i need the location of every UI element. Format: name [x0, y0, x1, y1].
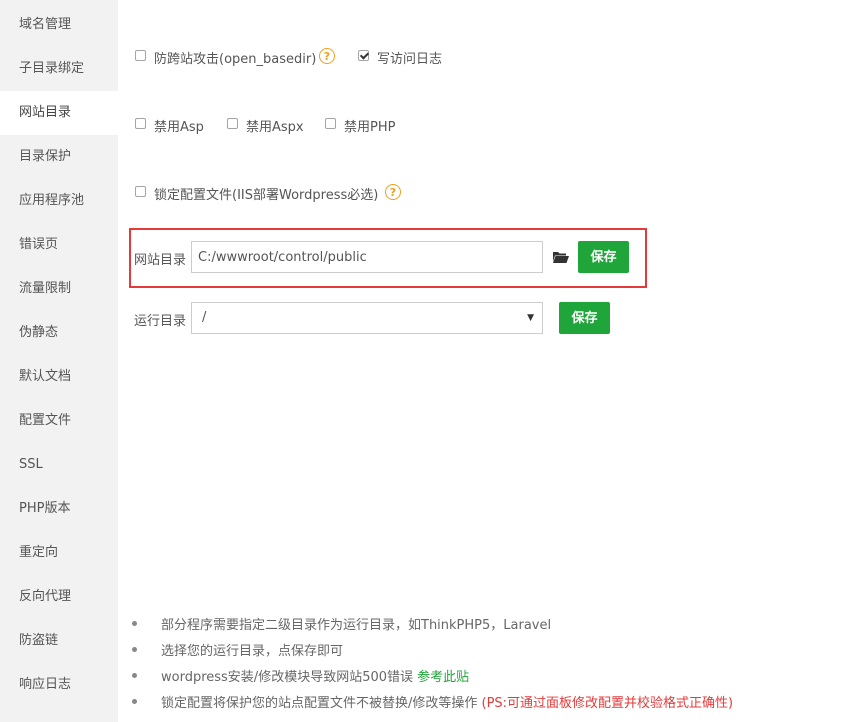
- tip-text: 部分程序需要指定二级目录作为运行目录，如ThinkPHP5，Laravel: [161, 618, 552, 633]
- bullet-icon: [132, 621, 137, 626]
- sidebar-item-php-version[interactable]: PHP版本: [0, 487, 118, 531]
- sidebar-item-site-directory[interactable]: 网站目录: [0, 91, 118, 135]
- tip-text: 选择您的运行目录，点保存即可: [161, 644, 344, 659]
- access-log-label: 写访问日志: [377, 52, 443, 67]
- tip-warning-text: (PS:可通过面板修改配置并校验格式正确性): [481, 696, 734, 711]
- bullet-icon: [132, 647, 137, 652]
- sidebar-item-error-page[interactable]: 错误页: [0, 223, 118, 267]
- sidebar: 域名管理 子目录绑定 网站目录 目录保护 应用程序池 错误页 流量限制 伪静态 …: [0, 0, 118, 722]
- lock-config-label: 锁定配置文件(IIS部署Wordpress必选): [154, 188, 379, 203]
- anti-xss-checkbox[interactable]: [135, 50, 146, 61]
- sidebar-item-reverse-proxy[interactable]: 反向代理: [0, 575, 118, 619]
- folder-open-icon[interactable]: [552, 250, 570, 268]
- sidebar-item-domain[interactable]: 域名管理: [0, 3, 118, 47]
- run-directory-selected-value: /: [202, 310, 207, 325]
- sidebar-item-response-log[interactable]: 响应日志: [0, 663, 118, 707]
- sidebar-item-ssl[interactable]: SSL: [0, 443, 118, 487]
- sidebar-item-traffic-limit[interactable]: 流量限制: [0, 267, 118, 311]
- bullet-icon: [132, 673, 137, 678]
- reference-link[interactable]: 参考此贴: [417, 670, 469, 685]
- sidebar-item-rewrite[interactable]: 伪静态: [0, 311, 118, 355]
- run-directory-save-button[interactable]: 保存: [559, 302, 610, 334]
- bullet-icon: [132, 699, 137, 704]
- run-directory-label: 运行目录: [134, 314, 187, 329]
- disable-php-checkbox[interactable]: [325, 118, 336, 129]
- tip-text: 锁定配置将保护您的站点配置文件不被替换/修改等操作 (PS:可通过面板修改配置并…: [161, 692, 733, 711]
- chevron-down-icon: ▼: [527, 313, 534, 323]
- sidebar-item-config-file[interactable]: 配置文件: [0, 399, 118, 443]
- tip-text-part: 锁定配置将保护您的站点配置文件不被替换/修改等操作: [161, 696, 482, 711]
- sidebar-item-dir-protection[interactable]: 目录保护: [0, 135, 118, 179]
- access-log-checkbox[interactable]: [358, 50, 369, 61]
- site-directory-save-button[interactable]: 保存: [578, 241, 629, 273]
- run-directory-select[interactable]: / ▼: [191, 302, 543, 334]
- lock-config-help-icon[interactable]: ?: [385, 184, 401, 200]
- disable-aspx-checkbox[interactable]: [227, 118, 238, 129]
- sidebar-item-default-doc[interactable]: 默认文档: [0, 355, 118, 399]
- disable-asp-label: 禁用Asp: [154, 120, 204, 135]
- site-directory-label: 网站目录: [134, 253, 187, 268]
- sidebar-item-subdir-binding[interactable]: 子目录绑定: [0, 47, 118, 91]
- site-directory-input[interactable]: [191, 241, 543, 273]
- sidebar-item-redirect[interactable]: 重定向: [0, 531, 118, 575]
- tip-text-part: wordpress安装/修改模块导致网站500错误: [161, 670, 418, 685]
- sidebar-item-app-pool[interactable]: 应用程序池: [0, 179, 118, 223]
- tip-text: wordpress安装/修改模块导致网站500错误 参考此贴: [161, 666, 469, 685]
- disable-asp-checkbox[interactable]: [135, 118, 146, 129]
- disable-php-label: 禁用PHP: [344, 120, 396, 135]
- anti-xss-label: 防跨站攻击(open_basedir): [154, 52, 317, 67]
- disable-aspx-label: 禁用Aspx: [246, 120, 304, 135]
- sidebar-item-hotlink-protection[interactable]: 防盗链: [0, 619, 118, 663]
- lock-config-checkbox[interactable]: [135, 186, 146, 197]
- anti-xss-help-icon[interactable]: ?: [319, 48, 335, 64]
